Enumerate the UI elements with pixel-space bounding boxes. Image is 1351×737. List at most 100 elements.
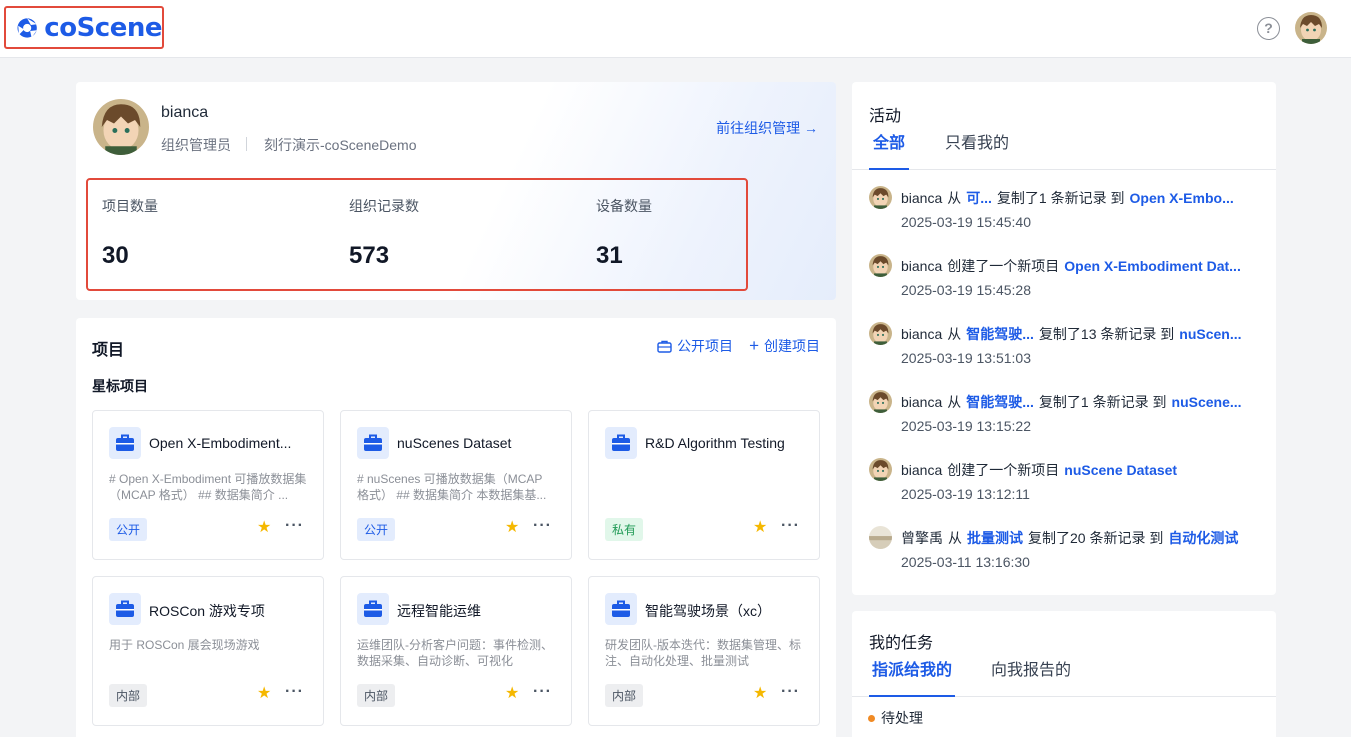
project-card[interactable]: 远程智能运维 运维团队-分析客户问题：事件检测、数据采集、自动诊断、可视化 内部… [340, 576, 572, 726]
briefcase-icon [657, 340, 672, 353]
project-description: 用于 ROSCon 展会现场游戏 [109, 638, 260, 652]
activity-target-link[interactable]: Open X-Embo... [1130, 190, 1234, 206]
more-icon[interactable]: ··· [781, 683, 800, 701]
activity-item: 曾擎禹从批量测试 复制了20 条新记录 到自动化测试 2025-03-11 13:1… [869, 524, 1264, 584]
activity-user: bianca [901, 190, 943, 206]
stat-value: 573 [349, 242, 390, 269]
activity-item: bianca 从智能驾驶... 复制了1 条新记录 到 nuScene... 2025-… [869, 388, 1264, 448]
activity-user: bianca [901, 258, 943, 274]
activity-avatar [869, 390, 892, 413]
activity-source-link[interactable]: 批量测试 [967, 530, 1023, 546]
project-description: # Open X-Embodiment 可播放数据集（MCAP 格式） ## 数… [109, 472, 307, 502]
activity-avatar [869, 458, 892, 481]
top-bar: coScene ? [0, 0, 1351, 58]
more-icon[interactable]: ··· [285, 683, 304, 701]
activity-verb: 创建了一个新项目 [947, 258, 1060, 274]
activity-text: bianca 从智能驾驶... 复制了13 条新记录 到 nuScen... [901, 324, 1261, 344]
help-circle-icon[interactable]: ? [1257, 17, 1280, 40]
tab-all[interactable]: 全部 [869, 130, 909, 170]
project-actions: 公开项目 + 创建项目 [657, 336, 820, 356]
activity-source-link[interactable]: 智能驾驶... [966, 326, 1034, 342]
project-briefcase-icon [605, 593, 637, 625]
user-name: bianca [161, 104, 209, 121]
project-card[interactable]: ROSCon 游戏专项 用于 ROSCon 展会现场游戏 内部 ★ ··· [92, 576, 324, 726]
activity-action: 复制了1 条新记录 到 [1038, 394, 1167, 410]
activity-user: 曾擎禹 [901, 530, 943, 546]
more-icon[interactable]: ··· [781, 517, 800, 535]
stats-box: 项目数量 30 组织记录数 573 设备数量 31 [86, 178, 748, 291]
project-name: Open X-Embodiment... [149, 435, 292, 451]
logo[interactable]: coScene [4, 6, 164, 49]
user-avatar[interactable] [1295, 12, 1327, 44]
project-name: 智能驾驶场景（xc） [645, 603, 771, 619]
project-card[interactable]: nuScenes Dataset # nuScenes 可播放数据集（MCAP … [340, 410, 572, 560]
project-name: R&D Algorithm Testing [645, 435, 785, 451]
activity-verb: 从 [947, 190, 962, 206]
activity-text: bianca 创建了一个新项目 nuScene Dataset [901, 460, 1261, 480]
activity-time: 2025-03-19 13:15:22 [901, 418, 1031, 434]
activity-time: 2025-03-19 15:45:40 [901, 214, 1031, 230]
activity-verb: 从 [947, 326, 962, 342]
star-icon[interactable]: ★ [257, 686, 271, 702]
project-briefcase-icon [605, 427, 637, 459]
create-project-button[interactable]: + 创建项目 [749, 336, 820, 356]
public-projects-button[interactable]: 公开项目 [657, 336, 733, 356]
project-description: # nuScenes 可播放数据集（MCAP 格式） ## 数据集简介 本数据集… [357, 472, 547, 502]
activity-user: bianca [901, 394, 943, 410]
activity-target-link[interactable]: Open X-Embodiment Dat... [1064, 258, 1241, 274]
activity-text: 曾擎禹从批量测试 复制了20 条新记录 到自动化测试 [901, 528, 1261, 548]
activity-user: bianca [901, 462, 943, 478]
activity-target-link[interactable]: nuScene... [1172, 394, 1242, 410]
logo-text: coScene [44, 12, 162, 43]
more-icon[interactable]: ··· [533, 683, 552, 701]
activity-text: bianca 从可... 复制了1 条新记录 到 Open X-Embo... [901, 188, 1261, 208]
visibility-badge: 内部 [605, 684, 644, 707]
project-card[interactable]: 智能驾驶场景（xc） 研发团队-版本迭代：数据集管理、标注、自动化处理、批量测试… [588, 576, 820, 726]
stat-value: 30 [102, 242, 129, 269]
more-icon[interactable]: ··· [533, 517, 552, 535]
activity-verb: 从 [948, 530, 962, 546]
visibility-badge: 公开 [357, 518, 396, 541]
pending-label: 待处理 [881, 710, 923, 726]
activity-time: 2025-03-19 13:12:11 [901, 486, 1030, 502]
project-card[interactable]: R&D Algorithm Testing 私有 ★ ··· [588, 410, 820, 560]
activity-time: 2025-03-19 13:51:03 [901, 350, 1031, 366]
star-icon[interactable]: ★ [505, 520, 519, 536]
projects-card: 项目 公开项目 + 创建项目 星标项目 Open X-Embodiment...… [76, 318, 836, 737]
activity-verb: 创建了一个新项目 [947, 462, 1060, 478]
goto-org-management-link[interactable]: 前往组织管理 → [716, 118, 818, 138]
activity-avatar [869, 186, 892, 209]
more-icon[interactable]: ··· [285, 517, 304, 535]
activity-source-link[interactable]: 可... [966, 190, 992, 206]
activity-card: 活动 全部 只看我的 bianca 从可... 复制了1 条新记录 到 Open X-… [852, 82, 1276, 595]
stat-label: 设备数量 [596, 198, 652, 214]
activity-target-link[interactable]: nuScene Dataset [1064, 462, 1177, 478]
activity-target-link[interactable]: 自动化测试 [1168, 530, 1238, 546]
project-briefcase-icon [109, 593, 141, 625]
activity-action: 复制了20 条新记录 到 [1028, 530, 1164, 546]
activity-text: bianca 创建了一个新项目 Open X-Embodiment Dat... [901, 256, 1261, 276]
activity-target-link[interactable]: nuScen... [1179, 326, 1241, 342]
visibility-badge: 内部 [109, 684, 148, 707]
create-project-label: 创建项目 [764, 338, 820, 354]
project-briefcase-icon [357, 427, 389, 459]
star-icon[interactable]: ★ [257, 520, 271, 536]
stat-label: 组织记录数 [349, 198, 419, 214]
activity-action: 复制了1 条新记录 到 [996, 190, 1125, 206]
activity-time: 2025-03-11 13:16:30 [901, 554, 1030, 570]
project-card[interactable]: Open X-Embodiment... # Open X-Embodiment… [92, 410, 324, 560]
tab-mine[interactable]: 只看我的 [944, 130, 1010, 170]
activity-item: bianca 从可... 复制了1 条新记录 到 Open X-Embo... 2025… [869, 184, 1264, 244]
activity-avatar [869, 254, 892, 277]
star-icon[interactable]: ★ [753, 686, 767, 702]
tab-assigned-to-me[interactable]: 指派给我的 [869, 657, 955, 697]
tasks-title: 我的任务 [869, 635, 934, 652]
star-icon[interactable]: ★ [505, 686, 519, 702]
activity-source-link[interactable]: 智能驾驶... [966, 394, 1034, 410]
pending-section: 待处理 [868, 708, 923, 728]
tab-reported-to-me[interactable]: 向我报告的 [990, 657, 1072, 697]
task-tabs: 指派给我的 向我报告的 [852, 657, 1276, 697]
plus-icon: + [749, 336, 759, 355]
star-icon[interactable]: ★ [753, 520, 767, 536]
activity-avatar [869, 322, 892, 345]
